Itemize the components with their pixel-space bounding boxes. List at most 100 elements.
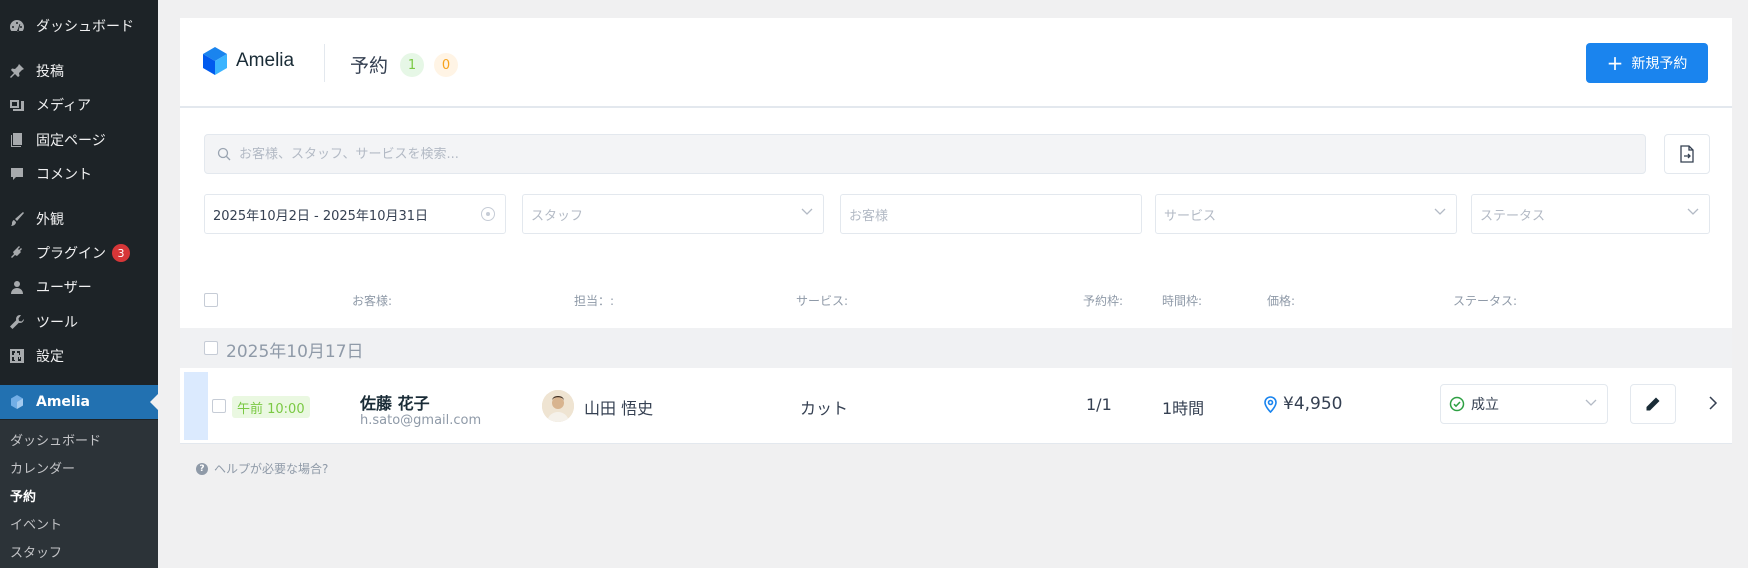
sidebar-item-label: 外観 — [36, 212, 64, 228]
date-range-value: 2025年10月2日 - 2025年10月31日 — [213, 208, 429, 224]
submenu-staff[interactable]: スタッフ — [10, 542, 62, 561]
search-icon — [217, 147, 231, 161]
settings-icon — [8, 347, 26, 365]
status-select[interactable]: 成立 — [1440, 384, 1608, 424]
plugin-icon — [8, 244, 26, 262]
column-header-customer: お客様: — [352, 294, 393, 308]
status-filter[interactable]: ステータス — [1471, 194, 1710, 234]
pin-icon — [8, 62, 26, 80]
header-divider — [324, 44, 325, 82]
staff-filter-placeholder: スタッフ — [531, 208, 584, 224]
service-filter[interactable]: サービス — [1155, 194, 1457, 234]
plus-icon: + — [1606, 51, 1624, 75]
chevron-down-icon — [1434, 208, 1446, 215]
search-box — [204, 134, 1646, 174]
customer-filter-placeholder: お客様 — [849, 208, 889, 224]
check-circle-icon — [1449, 396, 1465, 412]
column-header-duration: 時間枠: — [1162, 294, 1203, 308]
customer-filter[interactable]: お客様 — [840, 194, 1142, 234]
table-row[interactable]: 午前 10:00 佐藤 花子 h.sato@gmail.com 山田 悟史 カッ… — [180, 368, 1732, 444]
amelia-icon — [8, 393, 26, 411]
new-appointment-button[interactable]: + 新規予約 — [1586, 43, 1708, 83]
group-select-checkbox[interactable] — [204, 341, 218, 355]
amelia-logo: Amelia — [202, 46, 294, 76]
sidebar-item-label: 投稿 — [36, 64, 64, 80]
sidebar-item-users[interactable]: ユーザー — [0, 270, 158, 304]
submenu-appointments[interactable]: 予約 — [10, 486, 36, 505]
sidebar-item-plugins[interactable]: プラグイン 3 — [0, 236, 158, 270]
price-cell: ¥4,950 — [1264, 394, 1342, 414]
sidebar-item-label: 設定 — [36, 349, 64, 365]
sidebar-item-label: コメント — [36, 167, 92, 183]
service-name: カット — [800, 399, 849, 418]
admin-sidebar: ダッシュボード 投稿 メディア 固定ページ コメント 外観 プラグイン 3 ユー… — [0, 0, 158, 568]
sidebar-item-label: ユーザー — [36, 280, 92, 296]
export-button[interactable] — [1664, 134, 1710, 174]
appointments-card: Amelia 予約 1 0 + 新規予約 2025年10月2日 - 2025年1… — [180, 18, 1732, 444]
capacity-value: 1/1 — [1086, 395, 1112, 414]
sidebar-item-amelia[interactable]: Amelia — [0, 385, 158, 419]
submenu-events[interactable]: イベント — [10, 514, 62, 533]
row-checkbox[interactable] — [212, 399, 226, 413]
date-range-filter[interactable]: 2025年10月2日 - 2025年10月31日 — [204, 194, 506, 234]
staff-name: 山田 悟史 — [584, 399, 654, 418]
chevron-down-icon — [1687, 208, 1699, 215]
edit-button[interactable] — [1630, 384, 1676, 424]
active-menu-arrow — [150, 394, 158, 410]
help-link[interactable]: ? ヘルプが必要な場合? — [196, 460, 328, 477]
plugins-update-badge: 3 — [112, 244, 130, 262]
row-color-strip — [184, 372, 208, 440]
brush-icon — [8, 210, 26, 228]
help-text: ヘルプが必要な場合? — [214, 462, 329, 476]
sidebar-item-settings[interactable]: 設定 — [0, 339, 158, 373]
wrench-icon — [8, 313, 26, 331]
date-group-header: 2025年10月17日 — [180, 328, 1732, 368]
group-date: 2025年10月17日 — [226, 342, 364, 362]
column-header-service: サービス: — [796, 294, 849, 308]
sidebar-item-dashboard[interactable]: ダッシュボード — [0, 9, 158, 43]
appointment-time-badge: 午前 10:00 — [232, 396, 310, 418]
submenu-calendar[interactable]: カレンダー — [10, 458, 75, 477]
sidebar-item-media[interactable]: メディア — [0, 88, 158, 122]
sidebar-item-tools[interactable]: ツール — [0, 305, 158, 339]
sidebar-item-label: Amelia — [36, 394, 90, 410]
page-header: Amelia 予約 1 0 + 新規予約 — [180, 18, 1732, 108]
column-header-status: ステータス: — [1453, 294, 1518, 308]
select-all-checkbox[interactable] — [204, 293, 218, 307]
dashboard-icon — [8, 17, 26, 35]
user-icon — [8, 278, 26, 296]
amelia-logo-icon — [203, 47, 227, 75]
page-title: 予約 — [350, 55, 389, 77]
sidebar-item-label: 固定ページ — [36, 133, 106, 149]
sidebar-item-posts[interactable]: 投稿 — [0, 54, 158, 88]
help-icon: ? — [196, 462, 208, 475]
submenu-dashboard[interactable]: ダッシュボード — [10, 430, 101, 449]
sidebar-item-pages[interactable]: 固定ページ — [0, 123, 158, 157]
staff-avatar — [542, 390, 574, 422]
sidebar-item-label: プラグイン — [36, 246, 106, 262]
media-icon — [8, 96, 26, 114]
comment-icon — [8, 165, 26, 183]
status-value: 成立 — [1471, 397, 1499, 413]
chevron-right-icon[interactable] — [1708, 396, 1718, 410]
column-header-price: 価格: — [1267, 294, 1296, 308]
staff-filter[interactable]: スタッフ — [522, 194, 824, 234]
sidebar-item-label: メディア — [36, 98, 92, 114]
search-input[interactable] — [239, 146, 1619, 162]
sidebar-item-label: ツール — [36, 315, 78, 331]
pending-count-badge: 0 — [434, 53, 458, 77]
sidebar-item-appearance[interactable]: 外観 — [0, 202, 158, 236]
sidebar-item-comments[interactable]: コメント — [0, 157, 158, 191]
chevron-down-icon — [801, 208, 813, 215]
chevron-down-icon — [1585, 399, 1597, 406]
column-header-capacity: 予約枠: — [1083, 294, 1124, 308]
export-icon — [1680, 145, 1694, 163]
sidebar-item-label: ダッシュボード — [36, 19, 134, 35]
amelia-submenu: ダッシュボード カレンダー 予約 イベント スタッフ — [0, 420, 158, 568]
customer-email: h.sato@gmail.com — [360, 413, 482, 428]
logo-text: Amelia — [236, 50, 295, 71]
approved-count-badge: 1 — [400, 53, 424, 77]
price-value: ¥4,950 — [1283, 394, 1343, 414]
location-pin-icon — [1264, 395, 1277, 413]
clear-date-icon[interactable] — [481, 207, 495, 221]
